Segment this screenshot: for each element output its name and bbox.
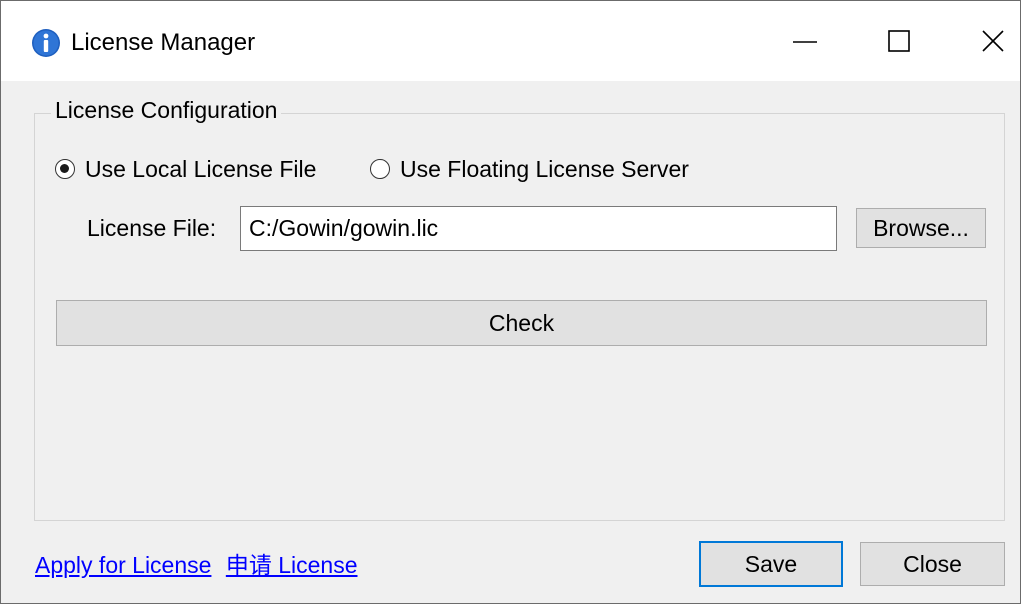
apply-for-license-link[interactable]: Apply for License bbox=[35, 552, 211, 578]
maximize-button[interactable] bbox=[852, 1, 946, 81]
check-button[interactable]: Check bbox=[56, 300, 987, 346]
apply-license-cn-link[interactable]: 申请 License bbox=[226, 552, 358, 578]
radio-indicator-checked[interactable] bbox=[55, 159, 75, 179]
radio-use-floating-server[interactable]: Use Floating License Server bbox=[370, 154, 689, 184]
close-button[interactable]: Close bbox=[860, 542, 1005, 586]
minimize-button[interactable] bbox=[758, 1, 852, 81]
radio-indicator-unchecked[interactable] bbox=[370, 159, 390, 179]
browse-button[interactable]: Browse... bbox=[856, 208, 986, 248]
close-window-button[interactable] bbox=[946, 1, 1020, 81]
radio-use-local-license[interactable]: Use Local License File bbox=[55, 154, 316, 184]
radio-local-label: Use Local License File bbox=[85, 155, 317, 182]
info-icon bbox=[32, 29, 60, 57]
close-icon bbox=[982, 30, 1004, 52]
window-title: License Manager bbox=[71, 29, 256, 56]
footer-links: Apply for License 申请 License bbox=[35, 550, 358, 580]
maximize-icon bbox=[888, 30, 910, 52]
license-file-label: License File: bbox=[87, 215, 217, 241]
title-bar[interactable]: License Manager bbox=[1, 1, 1020, 81]
radio-floating-label: Use Floating License Server bbox=[400, 155, 689, 182]
group-legend: License Configuration bbox=[51, 95, 282, 125]
license-file-input[interactable] bbox=[240, 206, 837, 251]
license-manager-window: License Manager License Configuration Us… bbox=[0, 0, 1021, 604]
minimize-icon bbox=[793, 41, 817, 43]
save-button[interactable]: Save bbox=[699, 541, 843, 587]
